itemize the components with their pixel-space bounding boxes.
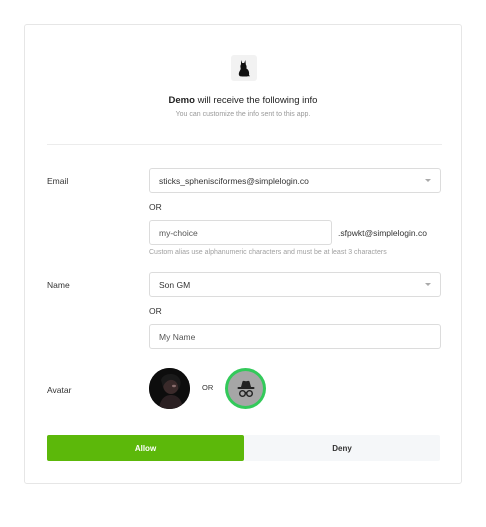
app-logo bbox=[231, 55, 257, 81]
consent-subline: You can customize the info sent to this … bbox=[175, 111, 311, 118]
email-custom-input-field[interactable] bbox=[159, 227, 331, 238]
incognito-icon bbox=[237, 380, 254, 397]
consent-headline: Demo will receive the following info bbox=[25, 95, 461, 106]
name-select[interactable]: Son GM bbox=[149, 272, 441, 297]
authorize-card: Demo will receive the following info You… bbox=[24, 24, 462, 484]
user-avatar[interactable] bbox=[149, 368, 190, 409]
name-custom-input[interactable] bbox=[149, 324, 441, 349]
divider bbox=[47, 144, 442, 145]
email-or-label: OR bbox=[149, 202, 162, 212]
email-custom-input[interactable] bbox=[149, 220, 332, 245]
cat-icon bbox=[238, 60, 250, 77]
name-or-label: OR bbox=[149, 306, 162, 316]
name-custom-input-field[interactable] bbox=[159, 331, 440, 342]
app-name: Demo bbox=[168, 95, 195, 106]
email-suffix: .sfpwkt@simplelogin.co bbox=[338, 228, 427, 238]
email-select-value: sticks_sphenisciformes@simplelogin.co bbox=[159, 175, 309, 186]
email-label: Email bbox=[47, 176, 69, 186]
allow-button[interactable]: Allow bbox=[47, 435, 244, 461]
deny-button[interactable]: Deny bbox=[244, 435, 440, 461]
default-avatar[interactable] bbox=[225, 368, 266, 409]
chevron-down-icon bbox=[425, 283, 431, 286]
name-select-value: Son GM bbox=[159, 279, 191, 290]
headline-text: will receive the following info bbox=[194, 95, 318, 106]
email-hint: Custom alias use alphanumeric characters… bbox=[149, 249, 387, 256]
chevron-down-icon bbox=[425, 179, 431, 182]
name-label: Name bbox=[47, 280, 70, 290]
user-photo bbox=[149, 368, 190, 409]
avatar-or-label: OR bbox=[202, 383, 214, 392]
avatar-label: Avatar bbox=[47, 385, 72, 395]
email-select[interactable]: sticks_sphenisciformes@simplelogin.co bbox=[149, 168, 441, 193]
